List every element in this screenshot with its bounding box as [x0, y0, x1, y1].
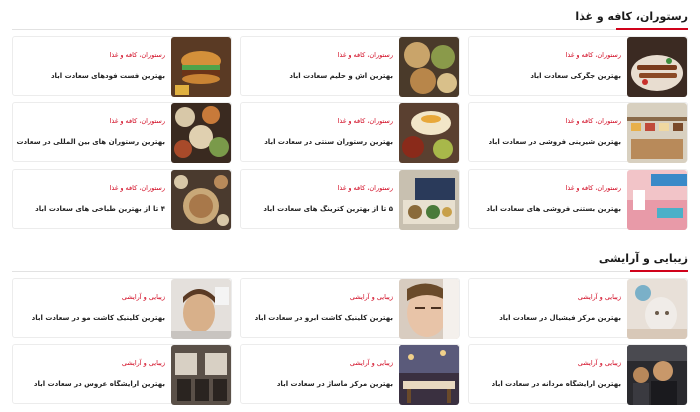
card-title: بهترین مرکز ماساژ در سعادت آباد [276, 380, 393, 388]
pastry-display-photo [627, 103, 687, 163]
card-category: زیبایی و آرایشی [577, 359, 621, 367]
article-card[interactable]: رستوران، کافه و غذا بهترین فست فودهای سع… [12, 36, 232, 97]
article-card[interactable]: رستوران، کافه و غذا بهترین جگرکی سعادت آ… [468, 36, 688, 97]
section-divider [12, 29, 688, 30]
card-title: بهترین کلینیک کاشت ابرو در سعادت آباد [254, 314, 393, 322]
section-header-food: رستوران، کافه و غذا [12, 10, 688, 30]
section-accent-bar [616, 28, 688, 30]
kebab-plate-photo [627, 37, 687, 97]
eyebrow-treatment-photo [399, 279, 459, 339]
tabakhi-bowls-photo [171, 170, 231, 230]
section-title: رستوران، کافه و غذا [575, 10, 688, 23]
article-card[interactable]: رستوران، کافه و غذا بهترین رستوران های ب… [12, 102, 232, 163]
catering-box-photo [399, 170, 459, 230]
card-title: بهترین رستوران های بین المللی در سعادت آ… [15, 138, 165, 146]
card-title: ۵ تا از بهترین کترینگ های سعادت آباد [263, 205, 393, 213]
card-category: رستوران، کافه و غذا [565, 51, 621, 59]
burger-photo [171, 37, 231, 97]
card-title: بهترین فست فودهای سعادت آباد [50, 72, 165, 80]
article-card[interactable]: رستوران، کافه و غذا بهترین آش و حلیم سعا… [240, 36, 460, 97]
persian-dishes-photo [399, 103, 459, 163]
card-title: بهترین بستنی فروشی های سعادت آباد [486, 205, 621, 213]
card-category: زیبایی و آرایشی [349, 359, 393, 367]
article-card[interactable]: رستوران، کافه و غذا بهترین بستنی فروشی ه… [468, 169, 688, 230]
ice-cream-shop-photo [627, 170, 687, 230]
section-accent-bar [630, 270, 688, 272]
massage-room-photo [399, 345, 459, 405]
card-category: رستوران، کافه و غذا [337, 117, 393, 125]
card-category: رستوران، کافه و غذا [565, 184, 621, 192]
card-title: بهترین مرکز فیشیال در سعادت آباد [499, 314, 621, 322]
card-title: بهترین آرایشگاه مردانه در سعادت آباد [491, 380, 622, 388]
article-card[interactable]: زیبایی و آرایشی بهترین مرکز ماساژ در سعا… [240, 344, 460, 405]
card-title: بهترین جگرکی سعادت آباد [530, 72, 621, 80]
card-category: زیبایی و آرایشی [121, 359, 165, 367]
hair-transplant-photo [171, 279, 231, 339]
card-category: رستوران، کافه و غذا [565, 117, 621, 125]
barbershop-photo [627, 345, 687, 405]
card-title: بهترین آرایشگاه عروس در سعادت آباد [33, 380, 165, 388]
card-category: رستوران، کافه و غذا [109, 184, 165, 192]
card-title: بهترین رستوران سنتی در سعادت آباد [264, 138, 393, 146]
card-category: رستوران، کافه و غذا [337, 184, 393, 192]
bridal-salon-photo [171, 345, 231, 405]
article-card[interactable]: رستوران، کافه و غذا ۴ تا از بهترین طباخی… [12, 169, 232, 230]
section-title: زیبایی و آرایشی [598, 252, 688, 265]
article-card[interactable]: زیبایی و آرایشی بهترین کلینیک کاشت ابرو … [240, 278, 460, 339]
article-card[interactable]: زیبایی و آرایشی بهترین آرایشگاه عروس در … [12, 344, 232, 405]
card-title: ۴ تا از بهترین طباخی های سعادت آباد [35, 205, 165, 213]
article-card[interactable]: زیبایی و آرایشی بهترین آرایشگاه مردانه د… [468, 344, 688, 405]
card-category: زیبایی و آرایشی [121, 293, 165, 301]
card-category: زیبایی و آرایشی [577, 293, 621, 301]
card-title: بهترین آش و حلیم سعادت آباد [289, 72, 393, 80]
article-card[interactable]: رستوران، کافه و غذا بهترین شیرینی فروشی … [468, 102, 688, 163]
card-category: رستوران، کافه و غذا [337, 51, 393, 59]
card-title: بهترین کلینیک کاشت مو در سعادت آباد [31, 314, 165, 322]
card-title: بهترین شیرینی فروشی در سعادت آباد [488, 138, 621, 146]
card-category: زیبایی و آرایشی [349, 293, 393, 301]
section-divider [12, 271, 688, 272]
card-category: رستوران، کافه و غذا [109, 117, 165, 125]
card-category: رستوران، کافه و غذا [109, 51, 165, 59]
article-card[interactable]: زیبایی و آرایشی بهترین مرکز فیشیال در سع… [468, 278, 688, 339]
facial-mask-photo [627, 279, 687, 339]
article-card[interactable]: رستوران، کافه و غذا ۵ تا از بهترین کترین… [240, 169, 460, 230]
article-card[interactable]: زیبایی و آرایشی بهترین کلینیک کاشت مو در… [12, 278, 232, 339]
article-card[interactable]: رستوران، کافه و غذا بهترین رستوران سنتی … [240, 102, 460, 163]
section-header-beauty: زیبایی و آرایشی [12, 252, 688, 272]
international-food-photo [171, 103, 231, 163]
soup-bowls-photo [399, 37, 459, 97]
